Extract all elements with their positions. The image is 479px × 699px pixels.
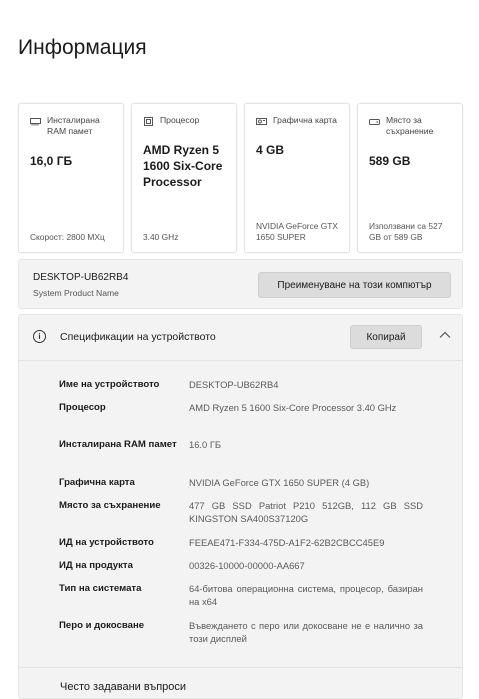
- rename-pc-button[interactable]: Преименуване на този компютър: [258, 272, 451, 298]
- card-ram: Инсталирана RAM памет 16,0 ГБ Скорост: 2…: [18, 103, 124, 253]
- specs-title: Спецификации на устройството: [60, 331, 216, 343]
- ram-icon: [30, 118, 41, 126]
- spec-key: Място за съхранение: [59, 500, 161, 511]
- page-title: Информация: [18, 36, 147, 59]
- processor-icon: [144, 117, 153, 126]
- specs-header[interactable]: i Спецификации на устройството Копирай: [19, 315, 462, 360]
- card-label: Процесор: [160, 115, 200, 125]
- card-label: Инсталирана RAM памет: [47, 115, 100, 136]
- spec-value: 00326-10000-00000-AA667: [189, 560, 305, 571]
- summary-cards: Инсталирана RAM памет 16,0 ГБ Скорост: 2…: [18, 103, 463, 253]
- spec-key: Име на устройството: [59, 379, 160, 390]
- spec-key: Тип на системата: [59, 583, 142, 594]
- card-sub: Скорост: 2800 МХц: [30, 232, 105, 242]
- spec-value: 64-битова операционна система, процесор,…: [189, 583, 423, 607]
- device-name: DESKTOP-UB62RB4: [33, 272, 129, 283]
- spec-value: FEEAE471-F334-475D-A1F2-62B2CBCC45E9: [189, 537, 385, 548]
- divider: [19, 360, 462, 361]
- card-storage: Място за съхранение 589 GB Използвани са…: [357, 103, 463, 253]
- card-sub: Използвани са 527 GB от 589 GB: [369, 221, 443, 242]
- graphics-card-icon: [256, 118, 267, 125]
- spec-key: Процесор: [59, 402, 106, 413]
- spec-value: 16.0 ГБ: [189, 439, 222, 450]
- card-value: AMD Ryzen 5 1600 Six-Core Processor: [143, 143, 223, 189]
- spec-value: AMD Ryzen 5 1600 Six-Core Processor 3.40…: [189, 402, 397, 413]
- spec-value: Въвеждането с перо или докосване не е на…: [189, 620, 423, 644]
- spec-key: Перо и докосване: [59, 620, 145, 631]
- card-value: 589 GB: [369, 154, 411, 168]
- spec-key: Инсталирана RAM памет: [59, 439, 177, 450]
- copy-button[interactable]: Копирай: [350, 325, 422, 349]
- spec-value: DESKTOP-UB62RB4: [189, 379, 279, 390]
- card-processor: Процесор AMD Ryzen 5 1600 Six-Core Proce…: [131, 103, 237, 253]
- spec-key: ИД на устройството: [59, 537, 154, 548]
- spec-value: NVIDIA GeForce GTX 1650 SUPER (4 GB): [189, 477, 370, 488]
- storage-icon: [369, 119, 380, 125]
- card-value: 16,0 ГБ: [30, 154, 73, 168]
- card-label: Графична карта: [273, 115, 337, 125]
- device-name-bar: DESKTOP-UB62RB4 System Product Name Преи…: [18, 259, 463, 309]
- device-specifications-panel: i Спецификации на устройството Копирай И…: [18, 314, 463, 699]
- spec-value: 477 GB SSD Patriot P210 512GB, 112 GB SS…: [189, 500, 423, 524]
- info-icon: i: [33, 330, 46, 343]
- chevron-up-icon[interactable]: [438, 328, 452, 342]
- card-graphics: Графична карта 4 GB NVIDIA GeForce GTX 1…: [244, 103, 350, 253]
- spec-key: Графична карта: [59, 477, 135, 488]
- spec-key: ИД на продукта: [59, 560, 133, 571]
- card-sub: NVIDIA GeForce GTX 1650 SUPER: [256, 221, 338, 242]
- device-model: System Product Name: [33, 288, 119, 298]
- card-label: Място за съхранение: [386, 115, 434, 136]
- divider: [19, 667, 462, 668]
- card-value: 4 GB: [256, 143, 285, 157]
- card-sub: 3.40 GHz: [143, 232, 179, 242]
- faq-link[interactable]: Често задавани въпроси: [60, 681, 186, 693]
